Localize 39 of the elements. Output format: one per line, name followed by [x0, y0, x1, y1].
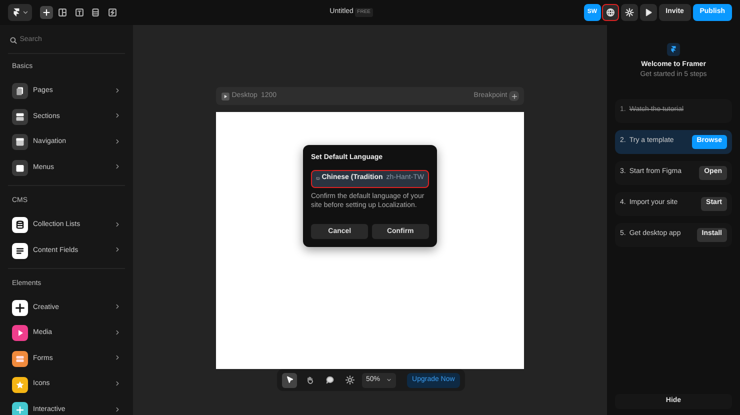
search-icon	[9, 36, 18, 44]
play-button[interactable]	[640, 4, 657, 21]
plus-icon	[510, 92, 518, 100]
caret-icon	[386, 377, 392, 383]
database-tool[interactable]	[89, 6, 102, 19]
pointer-icon	[284, 375, 294, 385]
globe-icon	[605, 7, 616, 18]
add-breakpoint-button[interactable]	[509, 91, 519, 101]
hand-icon	[304, 375, 314, 385]
settings-button[interactable]	[621, 4, 638, 21]
bolt-tool[interactable]	[106, 6, 118, 19]
chevron-right-icon	[114, 220, 121, 228]
chevron-right-icon	[114, 406, 121, 413]
globe-button[interactable]	[602, 4, 620, 21]
sun-icon	[344, 375, 354, 385]
pointer-tool[interactable]	[282, 372, 297, 388]
chevron-right-icon	[114, 86, 121, 94]
chevron-right-icon	[114, 138, 121, 145]
chevron-right-icon	[114, 246, 121, 254]
chevron-right-icon	[114, 163, 121, 170]
settings-icon	[624, 7, 636, 18]
layout-tool[interactable]	[56, 6, 69, 19]
caret-icon	[22, 9, 29, 16]
layout-icon	[57, 7, 68, 18]
database-icon	[90, 7, 101, 18]
chevron-right-icon	[114, 328, 121, 336]
chevron-right-icon	[114, 380, 121, 388]
framer-logo-icon	[11, 7, 22, 18]
bolt-icon	[106, 7, 118, 18]
plus-icon	[40, 7, 52, 18]
play-icon	[221, 92, 230, 100]
text-tool[interactable]	[72, 6, 86, 19]
chevron-right-icon	[114, 303, 121, 310]
text-icon	[74, 7, 84, 18]
logo-menu-button[interactable]	[8, 4, 32, 21]
chevron-right-icon	[114, 112, 121, 120]
chevron-right-icon	[114, 354, 121, 362]
plus-tool[interactable]	[40, 6, 52, 19]
comment-icon	[324, 375, 334, 385]
